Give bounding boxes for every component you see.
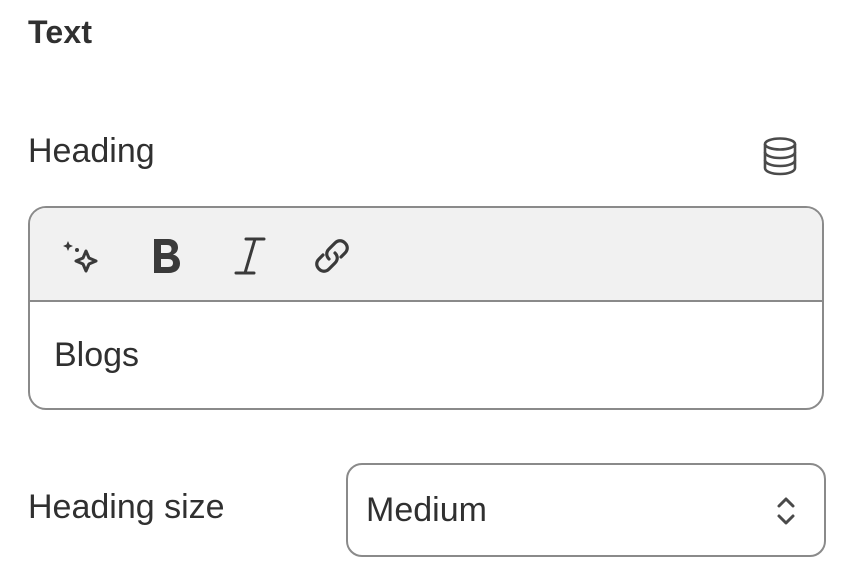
section-title: Text: [28, 14, 93, 50]
heading-size-select[interactable]: Medium: [346, 463, 826, 557]
heading-label: Heading: [28, 132, 155, 170]
editor-toolbar: [30, 208, 822, 302]
italic-icon[interactable]: [226, 232, 274, 280]
link-icon[interactable]: [308, 232, 356, 280]
heading-size-label: Heading size: [28, 488, 225, 526]
heading-text-content[interactable]: Blogs: [30, 302, 822, 375]
bold-icon[interactable]: [142, 232, 190, 280]
heading-rich-text-editor: Blogs: [28, 206, 824, 410]
magic-sparkle-icon[interactable]: [58, 232, 106, 280]
database-icon[interactable]: [758, 134, 802, 178]
heading-size-selected-value: Medium: [366, 491, 487, 529]
select-chevrons-icon: [774, 491, 798, 531]
